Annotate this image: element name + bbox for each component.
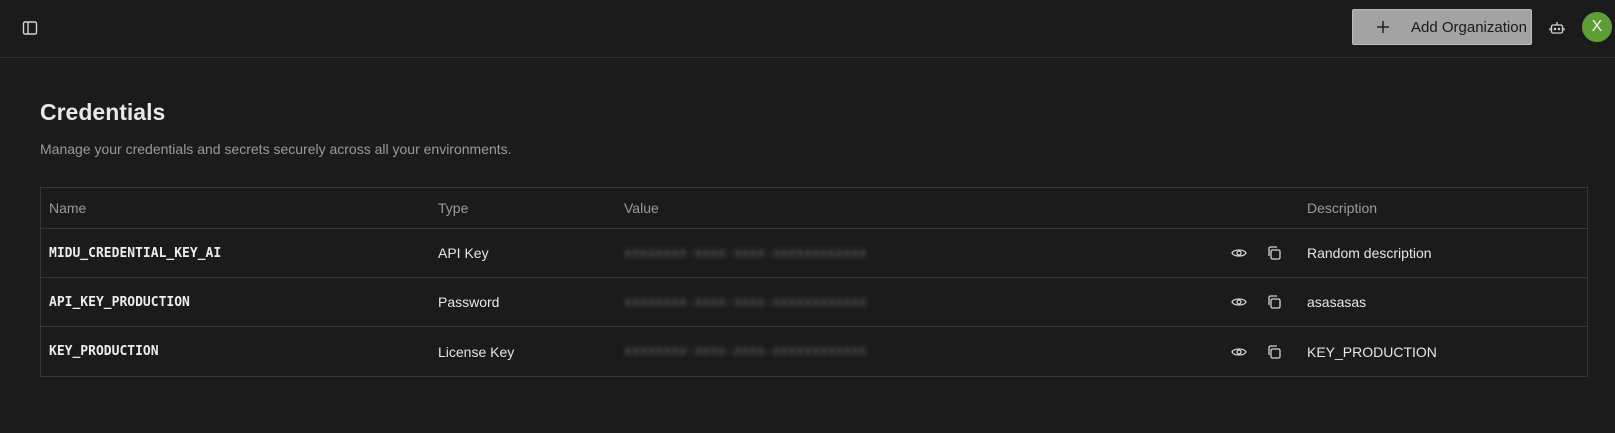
column-header-description: Description — [1307, 200, 1378, 216]
copy-icon[interactable] — [1264, 342, 1284, 362]
eye-icon[interactable] — [1229, 243, 1249, 263]
credential-name: KEY_PRODUCTION — [49, 344, 159, 359]
add-organization-button[interactable]: Add Organization — [1352, 9, 1532, 45]
plus-icon — [1375, 19, 1391, 35]
table-row: API_KEY_PRODUCTION Password xxxxxxxx-xxx… — [41, 278, 1587, 327]
top-bar: Add Organization X — [0, 0, 1615, 58]
sidebar-toggle-icon[interactable] — [18, 16, 42, 40]
credential-value: xxxxxxxx-xxxx-xxxx-xxxxxxxxxxxx — [624, 294, 867, 310]
credential-type: API Key — [438, 245, 489, 261]
eye-icon[interactable] — [1229, 292, 1249, 312]
credential-name: API_KEY_PRODUCTION — [49, 294, 190, 310]
copy-icon[interactable] — [1264, 243, 1284, 263]
add-organization-label: Add Organization — [1411, 18, 1527, 36]
credential-description: Random description — [1307, 245, 1432, 261]
credential-type: Password — [438, 294, 500, 310]
column-header-name: Name — [49, 200, 87, 216]
table-header: Name Type Value Description — [41, 188, 1587, 229]
copy-icon[interactable] — [1264, 292, 1284, 312]
page-subtitle: Manage your credentials and secrets secu… — [40, 141, 512, 157]
table-row: MIDU_CREDENTIAL_KEY_AI API Key xxxxxxxx-… — [41, 229, 1587, 278]
credential-description: asasasas — [1307, 294, 1367, 310]
credentials-table: Name Type Value Description MIDU_CREDENT… — [40, 187, 1588, 377]
credential-description: KEY_PRODUCTION — [1307, 343, 1437, 360]
column-header-type: Type — [438, 200, 469, 216]
robot-icon[interactable] — [1546, 17, 1568, 39]
avatar[interactable]: X — [1582, 12, 1612, 42]
table-row: KEY_PRODUCTION License Key xxxxxxxx-xxxx… — [41, 327, 1587, 376]
eye-icon[interactable] — [1229, 342, 1249, 362]
credential-value: xxxxxxxx-xxxx-xxxx-xxxxxxxxxxxx — [624, 245, 867, 261]
page-title: Credentials — [40, 99, 166, 125]
credential-type: License Key — [438, 343, 515, 360]
credential-value: xxxxxxxx-xxxx-xxxx-xxxxxxxxxxxx — [624, 344, 867, 359]
column-header-value: Value — [624, 200, 659, 216]
credential-name: MIDU_CREDENTIAL_KEY_AI — [49, 245, 222, 261]
